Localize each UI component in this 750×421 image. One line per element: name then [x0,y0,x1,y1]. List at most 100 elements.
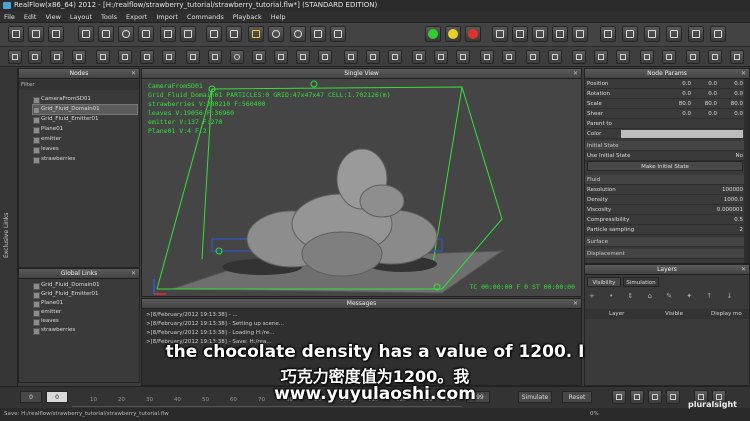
settings-icon[interactable] [662,50,676,64]
camera-icon[interactable] [206,26,222,42]
cube-object-icon[interactable] [248,26,264,42]
shear-tool-icon[interactable] [160,26,176,42]
menu-view[interactable]: View [45,11,60,22]
param-resolution[interactable]: Resolution 100000 [585,185,745,195]
param-value[interactable]: 0.0 [721,109,743,119]
param-value[interactable]: 0.0 [721,89,743,99]
hybrido-3-icon[interactable] [456,50,470,64]
relationship-icon[interactable] [640,50,654,64]
hybrido-icon[interactable] [412,50,426,64]
param-use-initial-state[interactable]: Use Initial State No [585,151,745,161]
param-value[interactable]: 0.000001 [711,205,743,215]
param-value[interactable]: 0.0 [695,89,717,99]
pivot-tool-icon[interactable] [180,26,196,42]
tree-node-emitter[interactable]: emitter [33,135,61,144]
menu-export[interactable]: Export [126,11,147,22]
tab-simulation[interactable]: Simulation [623,277,659,287]
param-value[interactable]: No [721,151,743,161]
param-scale[interactable]: Scale 80.0 80.0 80.0 [585,99,745,109]
close-icon[interactable]: ✕ [741,69,746,79]
help-icon[interactable] [710,26,726,42]
param-value[interactable]: 0.0 [669,89,691,99]
tree-node-strawberries[interactable]: strawberries [33,155,75,164]
wrench-icon[interactable] [686,50,700,64]
render-icon[interactable] [492,26,508,42]
cache-icon[interactable] [594,50,608,64]
daemon-3-icon[interactable] [140,50,154,64]
grid-mesh-icon[interactable] [388,50,402,64]
emitter-4-icon[interactable] [72,50,86,64]
preview-icon[interactable] [532,26,548,42]
export-central-icon[interactable] [572,50,586,64]
new-scene-icon[interactable] [8,26,24,42]
menu-edit[interactable]: Edit [24,11,37,22]
gear-icon[interactable] [230,50,244,64]
menu-playback[interactable]: Playback [233,11,262,22]
caustics-icon[interactable] [480,50,494,64]
render-settings-icon[interactable] [512,26,528,42]
foam-icon[interactable] [502,50,516,64]
link-plane[interactable]: Plane01 [33,299,63,308]
simulate-green-icon[interactable] [425,26,441,42]
param-rotation[interactable]: Rotation 0.0 0.0 0.0 [585,89,745,99]
emitter-3-icon[interactable] [50,50,64,64]
simulate-yellow-icon[interactable] [445,26,461,42]
options-icon[interactable] [666,26,682,42]
daemon-2-icon[interactable] [118,50,132,64]
param-particle-sampling[interactable]: Particle sampling 2 [585,225,745,235]
move-tool-icon[interactable] [98,26,114,42]
single-view-viewport[interactable]: Single View ✕ CameraFromSD01 Grid_Fluid_… [141,68,582,297]
hybrido-2-icon[interactable] [434,50,448,64]
tree-node-grid-fluid-emitter[interactable]: Grid_Fluid_Emitter01 [33,115,99,124]
param-shear[interactable]: Shear 0.0 0.0 0.0 [585,109,745,119]
grid-emitter-icon[interactable] [366,50,380,64]
section-initial-state[interactable]: Initial State [585,141,745,151]
save-scene-icon[interactable] [48,26,64,42]
link-strawberries[interactable]: strawberries [33,326,75,335]
stop-red-icon[interactable] [465,26,481,42]
param-value[interactable]: 0.0 [695,79,717,89]
info-icon[interactable] [730,50,744,64]
select-tool-icon[interactable] [78,26,94,42]
curve-editor-icon[interactable] [622,26,638,42]
link-grid-fluid-emitter[interactable]: Grid_Fluid_Emitter01 [33,290,99,299]
section-surface[interactable]: Surface [585,237,745,247]
param-parent-to[interactable]: Parent to [585,119,745,129]
tree-node-leaves[interactable]: leaves [33,145,59,154]
section-fluid[interactable]: Fluid [585,175,745,185]
close-icon[interactable]: ✕ [131,269,136,279]
param-value[interactable]: 0.0 [721,79,743,89]
puzzle-icon[interactable] [708,50,722,64]
open-scene-icon[interactable] [28,26,44,42]
emitter-2-icon[interactable] [28,50,42,64]
constraint-icon[interactable] [318,50,332,64]
layers-icon[interactable] [616,50,630,64]
params-scrollbar[interactable] [744,79,749,263]
close-icon[interactable]: ✕ [573,69,578,79]
menu-commands[interactable]: Commands [187,11,224,22]
scale-tool-icon[interactable] [138,26,154,42]
make-initial-state-button[interactable]: Make Initial State [587,161,743,171]
jobs-icon[interactable] [600,26,616,42]
tab-visibility[interactable]: Visibility [587,277,621,287]
splash-icon[interactable] [526,50,540,64]
waves-icon[interactable] [274,50,288,64]
param-value[interactable]: 0.0 [695,109,717,119]
batch-icon[interactable] [552,26,568,42]
param-value[interactable]: 80.0 [695,99,717,109]
menu-help[interactable]: Help [271,11,286,22]
param-compressibility[interactable]: Compressibility 0.5 [585,215,745,225]
param-value[interactable]: 0.0 [669,109,691,119]
link-emitter[interactable]: emitter [33,308,61,317]
param-value[interactable]: 2 [711,225,744,235]
param-value[interactable]: 80.0 [669,99,691,109]
close-icon[interactable]: ✕ [131,69,136,79]
param-value[interactable]: 1000.0 [711,195,743,205]
daemon-icon[interactable] [96,50,110,64]
param-color[interactable]: Color [585,129,745,139]
script-icon[interactable] [572,26,588,42]
mesh-2-icon[interactable] [186,50,200,64]
filter-field[interactable]: Filter [19,80,139,90]
rigid-body-icon[interactable] [296,50,310,64]
mesh-icon[interactable] [330,26,346,42]
